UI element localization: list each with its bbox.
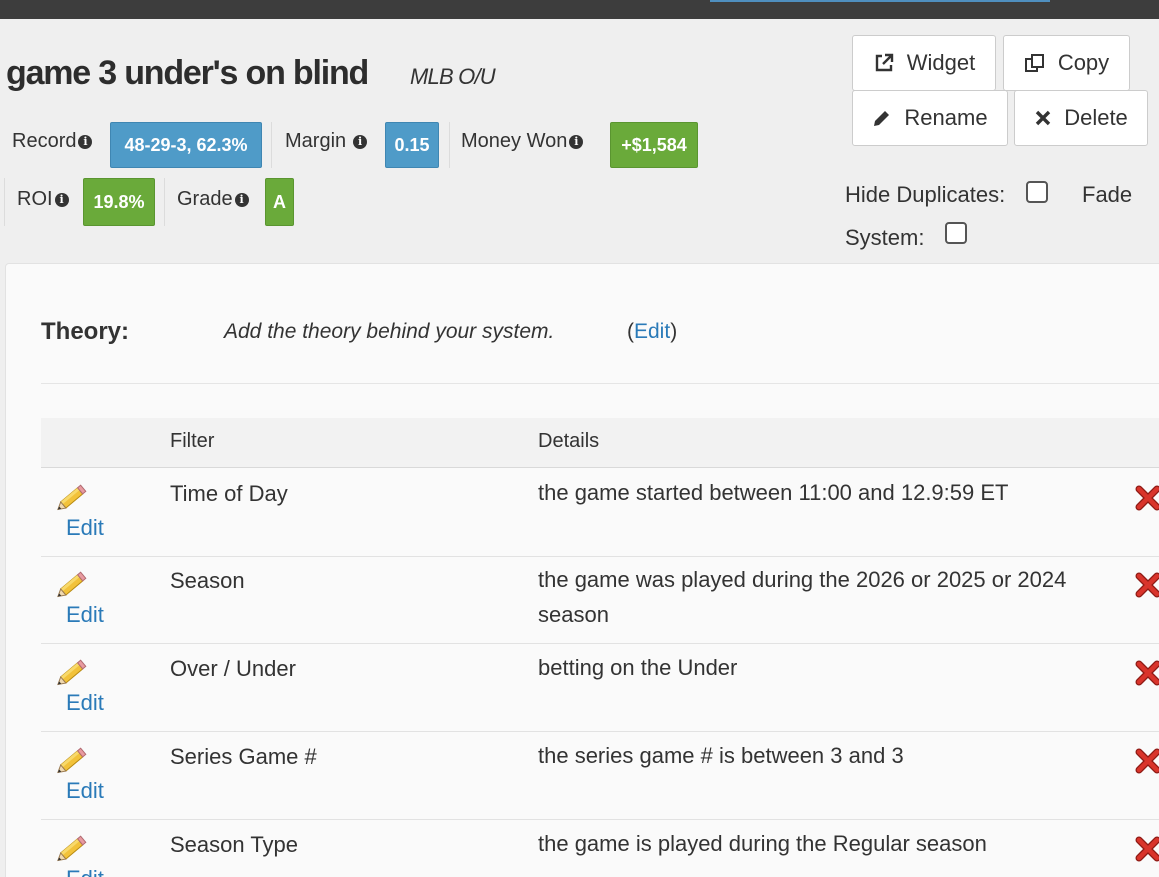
copy-icon — [1024, 52, 1046, 74]
top-navbar — [0, 0, 1159, 19]
info-icon[interactable]: i — [78, 134, 93, 149]
details-cell: the series game # is between 3 and 3 — [538, 743, 904, 768]
pencil-icon[interactable] — [57, 481, 91, 511]
row-edit-link[interactable]: Edit — [66, 515, 104, 541]
pencil-icon[interactable] — [57, 744, 91, 774]
row-edit-link[interactable]: Edit — [66, 866, 104, 877]
info-icon[interactable]: i — [54, 192, 69, 207]
money-won-label: Money Won i — [461, 130, 584, 153]
widget-button[interactable]: Widget — [852, 35, 996, 91]
red-x-icon[interactable] — [1135, 485, 1159, 511]
roi-badge: 19.8% — [83, 178, 155, 226]
pencil-icon[interactable] — [57, 568, 91, 598]
stat-divider — [271, 122, 272, 168]
delete-button-label: Delete — [1064, 105, 1128, 130]
widget-button-label: Widget — [906, 50, 976, 75]
row-edit-link[interactable]: Edit — [66, 778, 104, 804]
pencil-icon[interactable] — [57, 656, 91, 686]
red-x-icon[interactable] — [1135, 572, 1159, 598]
column-header-details: Details — [538, 430, 600, 452]
column-header-filter: Filter — [170, 430, 215, 452]
details-cell: the game started between 11:00 and 12.9:… — [538, 480, 1009, 505]
copy-button[interactable]: Copy — [1003, 35, 1130, 91]
table-row: Edit Series Game # the series game # is be… — [41, 732, 1159, 820]
close-icon — [1034, 109, 1052, 127]
info-icon[interactable]: i — [234, 192, 249, 207]
info-icon[interactable]: i — [353, 134, 368, 149]
record-label: Record i — [12, 130, 93, 153]
margin-label: Margin i — [285, 130, 368, 153]
table-row: Edit Season the game was played during the… — [41, 556, 1159, 644]
rename-button[interactable]: Rename — [852, 90, 1008, 146]
theory-label: Theory: — [41, 318, 130, 345]
fade-system-label-cont: System: — [845, 225, 925, 250]
theory-edit: (Edit) — [627, 320, 678, 343]
stat-divider — [4, 178, 5, 226]
red-x-icon[interactable] — [1135, 660, 1159, 686]
filter-cell: Series Game # — [170, 744, 317, 769]
grade-badge: A — [265, 178, 294, 226]
divider — [41, 383, 1159, 384]
details-cell: the game was played during the 2026 or 2… — [538, 567, 1067, 627]
theory-edit-link[interactable]: Edit — [634, 320, 670, 343]
page-title: game 3 under's on blind — [6, 54, 369, 92]
table-row: Edit Over / Under betting on the Under — [41, 644, 1159, 732]
red-x-icon[interactable] — [1135, 748, 1159, 774]
external-link-icon — [873, 52, 895, 74]
info-icon[interactable]: i — [569, 134, 584, 149]
row-edit-link[interactable]: Edit — [66, 690, 104, 716]
row-edit-link[interactable]: Edit — [66, 602, 104, 628]
red-x-icon[interactable] — [1135, 836, 1159, 862]
roi-label: ROI i — [17, 188, 69, 211]
stat-divider — [449, 122, 450, 168]
delete-button[interactable]: Delete — [1014, 90, 1148, 146]
filter-cell: Over / Under — [170, 656, 296, 681]
filter-cell: Season Type — [170, 832, 299, 857]
fade-system-label: Fade — [1082, 182, 1133, 207]
fade-system-checkbox[interactable] — [945, 222, 967, 244]
hide-duplicates-label: Hide Duplicates: — [845, 182, 1006, 207]
page-subtitle: MLB O/U — [410, 64, 496, 89]
rename-button-label: Rename — [904, 105, 988, 130]
record-badge: 48-29-3, 62.3% — [110, 122, 262, 168]
table-row: Edit Season Type the game is played during… — [41, 820, 1159, 877]
margin-badge: 0.15 — [385, 122, 439, 168]
hide-duplicates-checkbox[interactable] — [1026, 181, 1048, 203]
details-cell: the game is played during the Regular se… — [538, 831, 987, 856]
navbar-search-strip — [710, 0, 1050, 2]
pencil-icon[interactable] — [57, 832, 91, 862]
filter-cell: Time of Day — [170, 481, 288, 506]
details-cell: betting on the Under — [538, 655, 738, 680]
table-row: Edit Time of Day the game started between … — [41, 469, 1159, 557]
filter-cell: Season — [170, 568, 245, 593]
copy-button-label: Copy — [1057, 50, 1110, 75]
grade-label: Grade i — [177, 188, 249, 211]
theory-text: Add the theory behind your system. — [224, 320, 555, 343]
pencil-icon — [872, 108, 892, 128]
money-won-badge: +$1,584 — [610, 122, 698, 168]
stat-divider — [164, 178, 165, 226]
